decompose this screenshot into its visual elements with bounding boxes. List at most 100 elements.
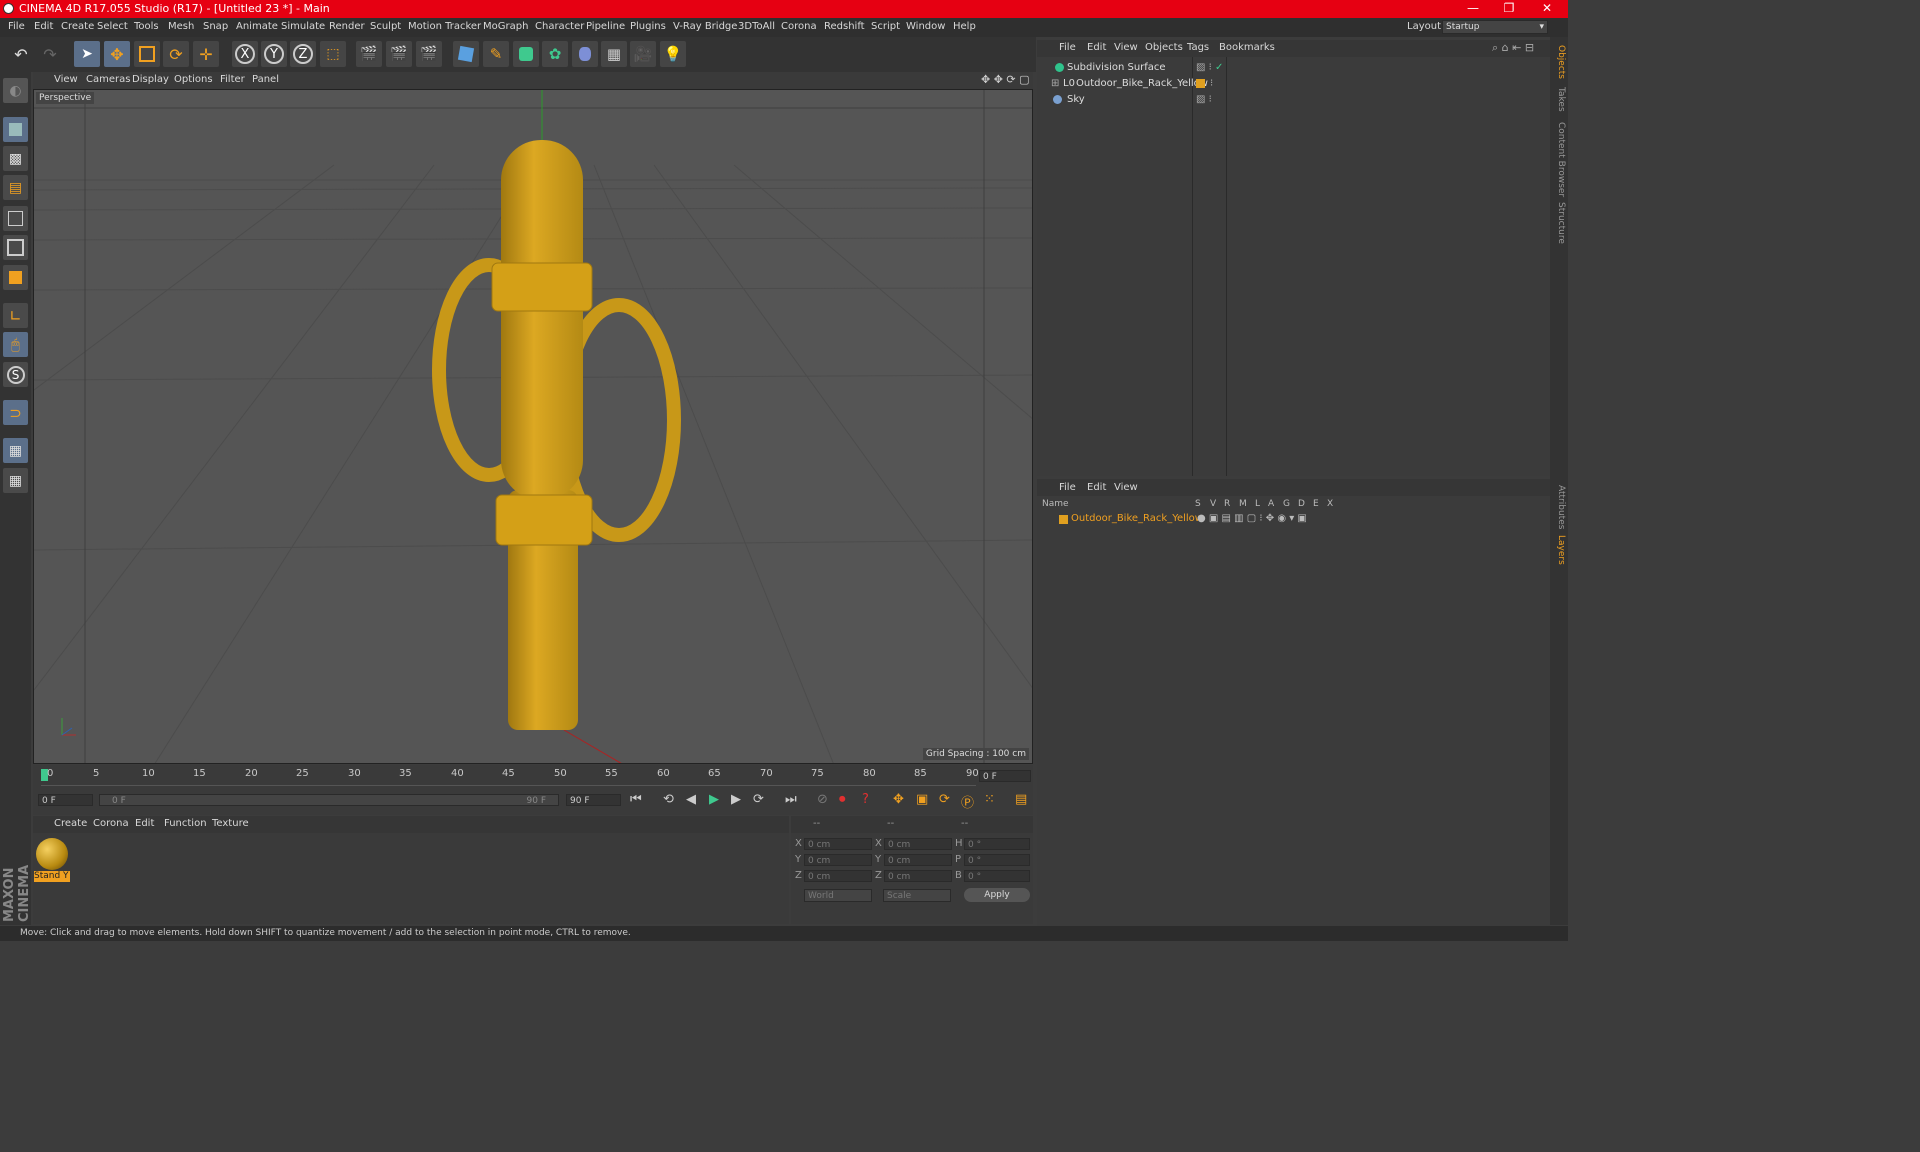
menu-mesh[interactable]: Mesh — [168, 21, 194, 32]
object-row[interactable]: ⊞ L0 Outdoor_Bike_Rack_Yellow ⁝ — [1037, 77, 1550, 92]
frame-range-slider[interactable]: 0 F 90 F — [99, 794, 559, 806]
position-z-field[interactable]: 0 cm — [804, 870, 872, 882]
minimize-button[interactable]: — — [1455, 0, 1491, 18]
menu-window[interactable]: Window — [906, 21, 945, 32]
size-z-field[interactable]: 0 cm — [884, 870, 952, 882]
object-row[interactable]: Sky ▨ ⁝ — [1037, 93, 1550, 108]
coordinate-system-button[interactable]: ⬚ — [320, 41, 346, 67]
size-x-field[interactable]: 0 cm — [884, 838, 952, 850]
lm-menu-file[interactable]: File — [1059, 482, 1076, 493]
menu-corona[interactable]: Corona — [781, 21, 817, 32]
layer-row[interactable]: Outdoor_Bike_Rack_Yellow ● ▣ ▤ ▥ ▢ ⁝ ✥ ◉… — [1037, 513, 1550, 527]
om-menu-objects[interactable]: Objects — [1145, 42, 1183, 53]
om-menu-bookmarks[interactable]: Bookmarks — [1219, 42, 1275, 53]
menu-file[interactable]: File — [8, 21, 25, 32]
om-menu-file[interactable]: File — [1059, 42, 1076, 53]
menu-character[interactable]: Character — [535, 21, 584, 32]
menu-tools[interactable]: Tools — [134, 21, 159, 32]
om-menu-edit[interactable]: Edit — [1087, 42, 1106, 53]
render-settings-button[interactable]: 🎬 — [416, 41, 442, 67]
menu-mograph[interactable]: MoGraph — [483, 21, 528, 32]
mm-menu-corona[interactable]: Corona — [93, 818, 129, 829]
next-key-icon[interactable]: ⟳ — [753, 792, 764, 807]
tab-takes[interactable]: Takes — [1552, 87, 1566, 112]
apply-button[interactable]: Apply — [964, 888, 1030, 902]
deformer-button[interactable] — [572, 41, 598, 67]
menu-pipeline[interactable]: Pipeline — [586, 21, 625, 32]
polygons-mode-button[interactable] — [3, 265, 28, 290]
prev-frame-icon[interactable]: ◀ — [686, 792, 696, 807]
menu-animate[interactable]: Animate — [236, 21, 278, 32]
texture-mode-button[interactable]: ▩ — [3, 146, 28, 171]
undo-button[interactable]: ↶ — [8, 41, 34, 67]
end-frame-field[interactable]: 90 F — [566, 794, 621, 806]
size-mode-dropdown[interactable]: Scale — [883, 889, 951, 902]
prev-key-icon[interactable]: ⟲ — [663, 792, 674, 807]
material-swatch[interactable]: Stand Y — [34, 836, 70, 882]
menu-simulate[interactable]: Simulate — [281, 21, 325, 32]
timeline-ruler[interactable]: 0 5 10 15 20 25 30 35 40 45 50 55 60 65 … — [41, 767, 979, 786]
om-menu-view[interactable]: View — [1114, 42, 1138, 53]
maximize-button[interactable]: ❐ — [1491, 0, 1527, 18]
coord-system-dropdown[interactable]: World — [804, 889, 872, 902]
object-row[interactable]: Subdivision Surface ▨ ⁝ ✓ — [1037, 61, 1550, 76]
lm-menu-view[interactable]: View — [1114, 482, 1138, 493]
pen-spline-button[interactable]: ✎ — [483, 41, 509, 67]
key-scale-icon[interactable]: ▣ — [916, 792, 928, 807]
redo-button[interactable]: ↷ — [37, 41, 63, 67]
viewport-perspective[interactable]: Perspective Grid Spacing : 100 cm — [33, 89, 1033, 764]
viewport-menu-display[interactable]: Display — [132, 74, 169, 85]
autokey-icon[interactable]: ⏺ — [839, 792, 846, 807]
mm-menu-edit[interactable]: Edit — [135, 818, 154, 829]
magnet-button[interactable]: ⊃ — [3, 400, 28, 425]
mm-menu-texture[interactable]: Texture — [212, 818, 249, 829]
tab-content-browser[interactable]: Content Browser — [1552, 122, 1566, 197]
position-y-field[interactable]: 0 cm — [804, 854, 872, 866]
size-y-field[interactable]: 0 cm — [884, 854, 952, 866]
key-position-icon[interactable]: ✥ — [893, 792, 904, 807]
next-frame-icon[interactable]: ▶ — [731, 792, 741, 807]
key-rotation-icon[interactable]: ⟳ — [939, 792, 950, 807]
viewport-menu-panel[interactable]: Panel — [252, 74, 279, 85]
edges-mode-button[interactable] — [3, 235, 28, 260]
lock-workplane-button[interactable]: ▦ — [3, 438, 28, 463]
menu-script[interactable]: Script — [871, 21, 900, 32]
key-parameter-icon[interactable]: Ⓟ — [961, 792, 974, 811]
current-frame-field[interactable]: 0 F — [979, 770, 1031, 782]
camera-button[interactable]: 🎥 — [630, 41, 656, 67]
position-x-field[interactable]: 0 cm — [804, 838, 872, 850]
tab-structure[interactable]: Structure — [1552, 202, 1566, 244]
rotate-tool-button[interactable]: ⟳ — [163, 41, 189, 67]
y-axis-button[interactable]: Y — [261, 41, 287, 67]
menu-select[interactable]: Select — [97, 21, 128, 32]
menu-help[interactable]: Help — [953, 21, 976, 32]
rotation-p-field[interactable]: 0 ° — [964, 854, 1030, 866]
model-mode-button[interactable] — [3, 117, 28, 142]
layout-dropdown[interactable]: Startup ▾ — [1442, 20, 1548, 34]
transform-tool-button[interactable]: ✛ — [193, 41, 219, 67]
viewport-menu-view[interactable]: View — [54, 74, 78, 85]
menu-motion-tracker[interactable]: Motion Tracker — [408, 21, 481, 32]
goto-start-icon[interactable]: ⏮ — [630, 792, 642, 807]
render-view-button[interactable]: 🎬 — [356, 41, 382, 67]
close-button[interactable]: ✕ — [1529, 0, 1565, 18]
expand-icon[interactable]: ⊞ — [1051, 78, 1059, 89]
menu-create[interactable]: Create — [61, 21, 94, 32]
rotation-h-field[interactable]: 0 ° — [964, 838, 1030, 850]
make-editable-button[interactable]: ◐ — [3, 78, 28, 103]
goto-end-icon[interactable]: ⏭ — [785, 792, 797, 807]
workplane-mode-button[interactable]: ▤ — [3, 175, 28, 200]
viewport-menu-options[interactable]: Options — [174, 74, 213, 85]
x-axis-button[interactable]: X — [232, 41, 258, 67]
move-tool-button[interactable]: ✥ — [104, 41, 130, 67]
tab-objects[interactable]: Objects — [1552, 45, 1566, 79]
subdivision-button[interactable] — [513, 41, 539, 67]
points-mode-button[interactable] — [3, 206, 28, 231]
menu-redshift[interactable]: Redshift — [824, 21, 865, 32]
mm-menu-function[interactable]: Function — [164, 818, 207, 829]
snapping-button[interactable]: S — [3, 362, 28, 387]
play-icon[interactable]: ▶ — [709, 792, 719, 807]
viewport-nav-icon[interactable]: ✥ ✥ ⟳ ▢ — [981, 73, 1030, 86]
scale-tool-button[interactable] — [134, 41, 160, 67]
planar-workplane-button[interactable]: ▦ — [3, 468, 28, 493]
